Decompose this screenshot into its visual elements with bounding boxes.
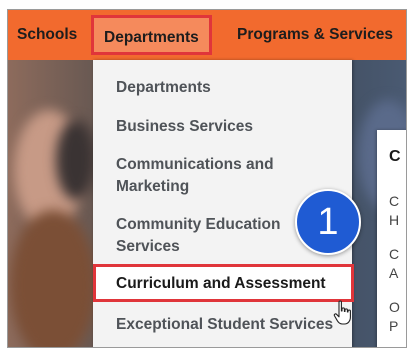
submenu-line[interactable]: C (389, 192, 399, 211)
submenu-line[interactable]: P (389, 317, 398, 336)
submenu-line[interactable]: H (389, 211, 399, 230)
menu-item-business-services[interactable]: Business Services (116, 116, 253, 138)
menu-item-curriculum-assessment-label: Curriculum and Assessment (116, 275, 326, 292)
submenu-panel: C C H C A O P (377, 130, 406, 347)
hand-pointer-icon (333, 300, 351, 325)
menu-item-community-education[interactable]: Community Education Services (116, 214, 316, 258)
top-navigation: Schools Departments Programs & Services (8, 10, 406, 60)
submenu-line[interactable]: O (389, 298, 400, 317)
submenu-line[interactable]: C (389, 245, 399, 264)
photo-blur-hair (10, 210, 96, 347)
submenu-title: C (389, 148, 401, 165)
step-number-badge: 1 (295, 189, 361, 255)
nav-item-programs-services[interactable]: Programs & Services (237, 10, 393, 60)
menu-item-curriculum-assessment[interactable]: Curriculum and Assessment (93, 264, 354, 302)
menu-item-departments[interactable]: Departments (116, 77, 211, 99)
nav-item-schools[interactable]: Schools (17, 10, 77, 60)
menu-item-exceptional-student-services[interactable]: Exceptional Student Services (116, 314, 333, 336)
nav-item-departments[interactable]: Departments (91, 15, 212, 55)
menu-item-communications-marketing[interactable]: Communications and Marketing (116, 154, 316, 198)
browser-viewport: Schools Departments Programs & Services … (7, 9, 407, 348)
photo-blur-shadow (56, 120, 96, 200)
submenu-line[interactable]: A (389, 264, 398, 283)
